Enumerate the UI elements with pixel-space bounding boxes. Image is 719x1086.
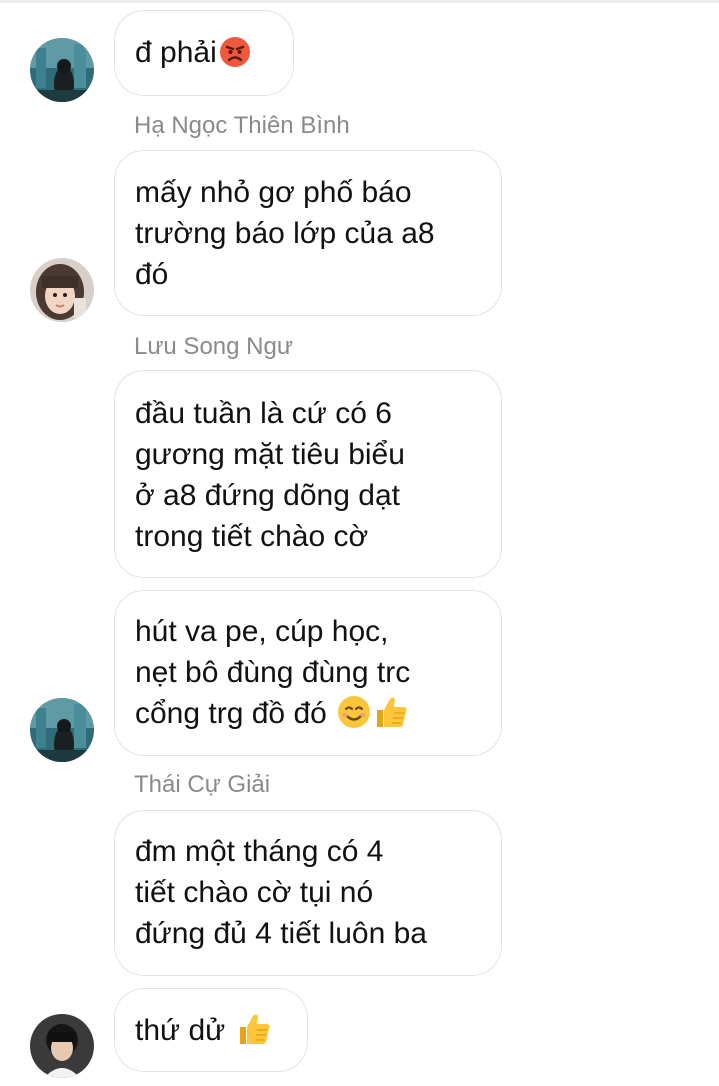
message-text: tiết chào cờ tụi nó (135, 876, 374, 909)
message-text: mấy nhỏ gơ phố báo (135, 176, 412, 209)
avatar-girl-image (30, 258, 94, 322)
smiling-face-icon (337, 695, 371, 740)
message-text: đó (135, 258, 169, 291)
avatar-boy-image (30, 1014, 94, 1078)
avatar-aquarium[interactable] (30, 38, 94, 102)
sender-name: Thái Cự Giải (134, 771, 271, 798)
message-text: thứ dử (135, 1014, 234, 1047)
message-text: gương mặt tiêu biểu (135, 438, 405, 471)
avatar-aquarium-image (30, 38, 94, 102)
message-text: trường báo lớp của a8 (135, 217, 435, 250)
message-bubble[interactable]: đm một tháng có 4 tiết chào cờ tụi nó đứ… (114, 810, 502, 976)
message-text: nẹt bô đùng đùng trc (135, 656, 411, 689)
message-bubble[interactable]: mấy nhỏ gơ phố báo trường báo lớp của a8… (114, 150, 502, 316)
avatar-aquarium-image (30, 698, 94, 762)
message-bubble[interactable]: đ phải (114, 10, 294, 96)
message-bubble[interactable]: thứ dử (114, 988, 308, 1072)
sender-name: Lưu Song Ngư (134, 333, 293, 360)
top-divider (0, 0, 719, 3)
thumbs-up-icon (236, 1012, 272, 1057)
message-text: ở a8 đứng dõng dạt (135, 479, 400, 512)
message-text: hút va pe, cúp học, (135, 615, 389, 648)
message-text: đm một tháng có 4 (135, 835, 384, 868)
avatar-boy[interactable] (30, 1014, 94, 1078)
message-text: cổng trg đồ đó (135, 697, 336, 730)
thumbs-up-icon (373, 695, 409, 740)
message-bubble[interactable]: đầu tuần là cứ có 6 gương mặt tiêu biểu … (114, 370, 502, 578)
message-text: trong tiết chào cờ (135, 520, 369, 553)
sender-name: Hạ Ngọc Thiên Bình (134, 112, 350, 139)
message-text: đầu tuần là cứ có 6 (135, 397, 392, 430)
angry-face-icon (219, 36, 251, 79)
avatar-girl[interactable] (30, 258, 94, 322)
message-bubble[interactable]: hút va pe, cúp học, nẹt bô đùng đùng trc… (114, 590, 502, 756)
message-text: đ phải (135, 36, 217, 69)
avatar-aquarium[interactable] (30, 698, 94, 762)
message-text: đứng đủ 4 tiết luôn ba (135, 917, 427, 950)
